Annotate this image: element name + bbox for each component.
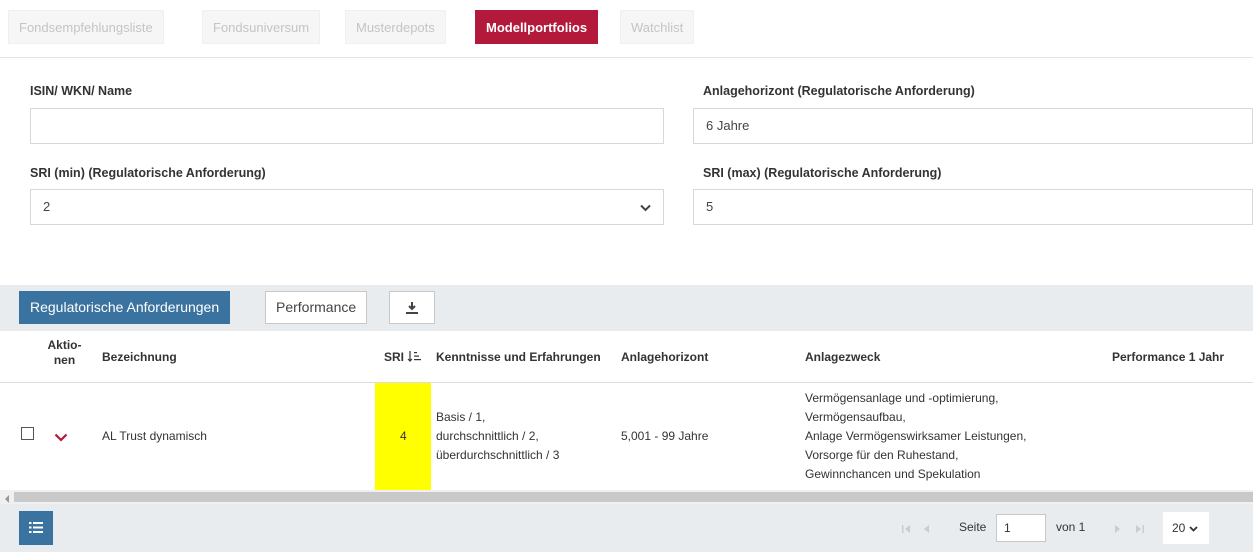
chevron-down-icon — [1189, 521, 1198, 535]
row-horizon: 5,001 - 99 Jahre — [621, 429, 709, 443]
knowledge-line: durchschnittlich / 2, — [436, 429, 539, 443]
row-checkbox[interactable] — [21, 427, 34, 440]
horizontal-scrollbar[interactable] — [0, 490, 1253, 504]
col-actions: Aktio- nen — [47, 338, 82, 368]
row-knowledge: Basis / 1, durchschnittlich / 2, überdur… — [436, 408, 559, 465]
col-sri-label: SRI — [384, 350, 405, 364]
table-toolbar: Regulatorische Anforderungen Performance — [0, 285, 1253, 331]
row-purpose: Vermögensanlage und -optimierung, Vermög… — [805, 389, 1026, 484]
row-sri: 4 — [400, 429, 407, 443]
download-button[interactable] — [389, 291, 435, 324]
col-sri[interactable]: SRI — [384, 350, 422, 364]
scrollbar-thumb[interactable] — [14, 492, 1253, 502]
table-header: Aktio- nen Bezeichnung SRI Kenntnisse un… — [0, 331, 1253, 383]
table-footer: Seite 1 von 1 20 — [0, 504, 1253, 552]
tab-fondsuniversum[interactable]: Fondsuniversum — [202, 10, 321, 44]
download-icon — [405, 299, 419, 315]
page-size-select[interactable]: 20 — [1163, 512, 1209, 544]
performance-button[interactable]: Performance — [265, 291, 368, 324]
chevron-down-icon — [640, 190, 651, 224]
page-total: von 1 — [1056, 520, 1086, 534]
expand-chevron-icon[interactable] — [54, 430, 68, 445]
row-name[interactable]: AL Trust dynamisch — [102, 427, 207, 446]
tab-fondsempfehlungsliste[interactable]: Fondsempfehlungsliste — [8, 10, 164, 44]
sri-min-select[interactable]: 2 — [30, 189, 664, 225]
col-knowledge[interactable]: Kenntnisse und Erfahrungen — [436, 350, 601, 364]
col-name[interactable]: Bezeichnung — [102, 350, 177, 364]
page-label: Seite — [959, 520, 987, 534]
last-page-icon[interactable] — [1132, 522, 1144, 537]
portfolio-tabs: Fondsempfehlungsliste Fondsuniversum Mus… — [0, 0, 1253, 58]
purpose-line: Vermögensanlage und -optimierung, — [805, 391, 999, 405]
tab-musterdepots[interactable]: Musterdepots — [345, 10, 446, 44]
next-page-icon[interactable] — [1112, 522, 1122, 537]
sort-ascending-icon — [404, 350, 422, 364]
page-size-value: 20 — [1172, 521, 1186, 535]
column-chooser-button[interactable] — [19, 511, 53, 545]
first-page-icon[interactable] — [902, 522, 914, 537]
sri-min-label: SRI (min) (Regulatorische Anforderung) — [30, 166, 266, 180]
table-row: AL Trust dynamisch 4 Basis / 1, durchsch… — [0, 383, 1253, 490]
isin-label: ISIN/ WKN/ Name — [30, 84, 133, 98]
horizon-label: Anlagehorizont (Regulatorische Anforderu… — [703, 84, 975, 98]
knowledge-line: überdurchschnittlich / 3 — [436, 448, 560, 462]
sri-max-label: SRI (max) (Regulatorische Anforderung) — [703, 166, 942, 180]
sri-max-input[interactable]: 5 — [693, 189, 1253, 225]
col-purpose[interactable]: Anlagezweck — [805, 350, 880, 364]
purpose-line: Anlage Vermögenswirksamer Leistungen, — [805, 429, 1027, 443]
col-horizon[interactable]: Anlagehorizont — [621, 350, 708, 364]
page-number-input[interactable]: 1 — [996, 514, 1046, 542]
list-icon — [29, 521, 43, 537]
purpose-line: Gewinnchancen und Spekulation — [805, 467, 981, 481]
purpose-line: Vorsorge für den Ruhestand, — [805, 448, 959, 462]
sri-min-value: 2 — [43, 199, 51, 214]
regulatory-requirements-button[interactable]: Regulatorische Anforderungen — [19, 291, 231, 324]
knowledge-line: Basis / 1, — [436, 410, 486, 424]
col-performance[interactable]: Performance 1 Jahr — [1112, 350, 1224, 364]
prev-page-icon[interactable] — [922, 522, 932, 537]
col-actions-line1: Aktio- — [47, 338, 82, 352]
isin-input[interactable] — [30, 108, 664, 144]
horizon-input[interactable]: 6 Jahre — [693, 108, 1253, 144]
purpose-line: Vermögensaufbau, — [805, 410, 906, 424]
tab-modellportfolios[interactable]: Modellportfolios — [475, 10, 599, 44]
col-actions-line2: nen — [53, 353, 76, 367]
tab-watchlist[interactable]: Watchlist — [620, 10, 695, 44]
